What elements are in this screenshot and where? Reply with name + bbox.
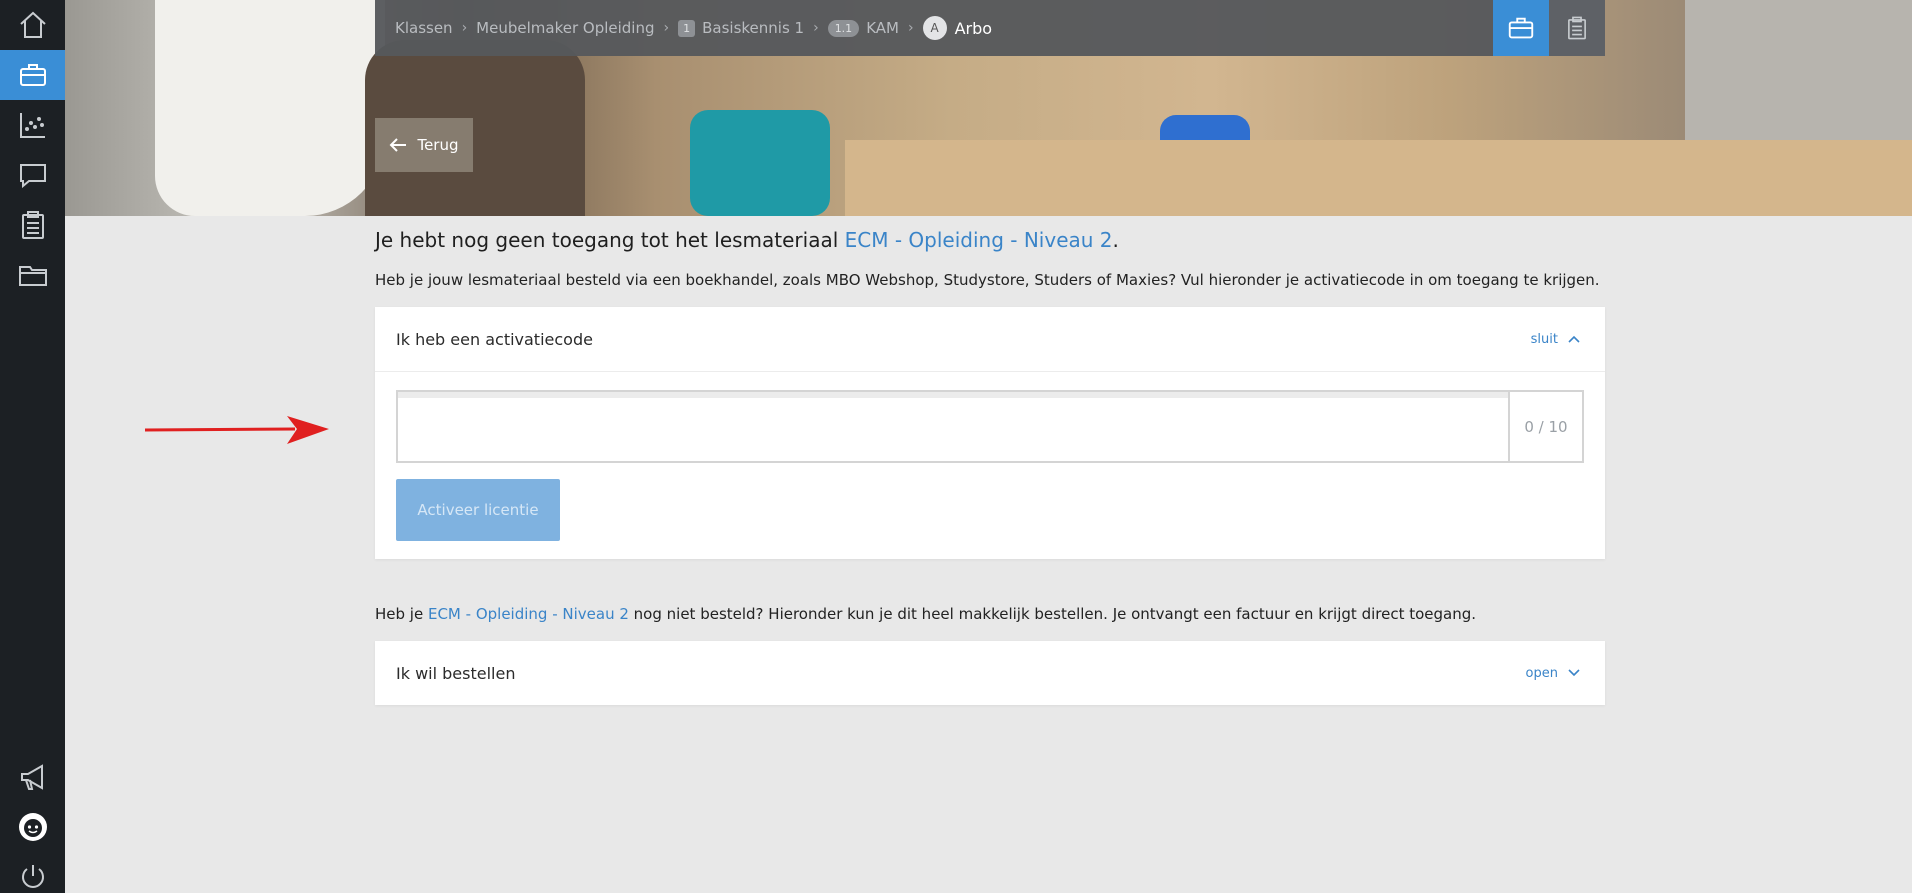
- chat-button[interactable]: [0, 150, 65, 200]
- back-button-label: Terug: [417, 136, 459, 154]
- order-panel: Ik wil bestellen open: [375, 641, 1605, 705]
- breadcrumb-item-klassen[interactable]: Klassen: [395, 19, 453, 37]
- briefcase-button[interactable]: [0, 50, 65, 100]
- breadcrumb-item-basiskennis[interactable]: 1 Basiskennis 1: [678, 19, 804, 37]
- folder-icon: [18, 266, 47, 286]
- breadcrumb-separator-icon: ›: [907, 20, 914, 36]
- home-icon: [19, 11, 46, 38]
- arrow-left-icon: [390, 138, 407, 152]
- announcements-button[interactable]: [0, 752, 65, 802]
- hero-tool: [690, 110, 830, 216]
- activation-code-input[interactable]: [398, 392, 1508, 461]
- sidebar: [0, 0, 65, 893]
- logout-button[interactable]: [0, 852, 65, 893]
- profile-button[interactable]: [0, 802, 65, 852]
- hero-background: [1685, 0, 1912, 140]
- expand-toggle[interactable]: open: [1526, 666, 1580, 681]
- back-button[interactable]: Terug: [375, 118, 473, 172]
- folder-button[interactable]: [0, 250, 65, 300]
- clipboard-icon: [1568, 16, 1586, 40]
- briefcase-icon: [1508, 17, 1534, 39]
- clipboard-icon: [21, 211, 44, 239]
- activate-license-button[interactable]: Activeer licentie: [396, 479, 560, 541]
- activation-panel: Ik heb een activatiecode sluit 0 / 10 Ac…: [375, 307, 1605, 559]
- tasks-button[interactable]: [1549, 0, 1605, 56]
- breadcrumb-separator-icon: ›: [461, 20, 468, 36]
- power-icon: [21, 865, 44, 888]
- chevron-down-icon: [1568, 669, 1580, 677]
- order-panel-header[interactable]: Ik wil bestellen open: [375, 641, 1605, 705]
- chart-icon: [19, 113, 45, 138]
- briefcase-icon: [19, 64, 46, 86]
- course-link[interactable]: ECM - Opleiding - Niveau 2: [428, 605, 629, 623]
- avatar-icon: [18, 813, 47, 841]
- lesson-badge: A: [922, 16, 947, 40]
- course-link[interactable]: ECM - Opleiding - Niveau 2: [845, 228, 1113, 252]
- order-text: Heb je ECM - Opleiding - Niveau 2 nog ni…: [375, 605, 1477, 623]
- clipboard-button[interactable]: [0, 200, 65, 250]
- breadcrumb-separator-icon: ›: [813, 20, 819, 36]
- home-button[interactable]: [0, 0, 65, 50]
- annotation-arrow: [145, 416, 329, 444]
- breadcrumb-item-opleiding[interactable]: Meubelmaker Opleiding: [476, 19, 654, 37]
- intro-text: Heb je jouw lesmateriaal besteld via een…: [375, 271, 1600, 289]
- breadcrumb-item-current: A Arbo: [922, 16, 992, 40]
- hero-workbench: [845, 140, 1912, 216]
- chevron-up-icon: [1568, 335, 1580, 343]
- materials-button[interactable]: [1493, 0, 1549, 56]
- activation-panel-body: 0 / 10 Activeer licentie: [375, 371, 1605, 559]
- megaphone-icon: [20, 764, 43, 790]
- chart-button[interactable]: [0, 100, 65, 150]
- breadcrumb: Klassen › Meubelmaker Opleiding › 1 Basi…: [375, 0, 1605, 56]
- chat-icon: [19, 164, 46, 189]
- character-counter: 0 / 10: [1508, 392, 1582, 461]
- order-panel-title: Ik wil bestellen: [396, 663, 516, 683]
- activation-code-field: 0 / 10: [396, 390, 1584, 463]
- breadcrumb-separator-icon: ›: [663, 20, 670, 36]
- breadcrumb-item-kam[interactable]: 1.1 KAM: [827, 19, 899, 37]
- activation-panel-title: Ik heb een activatiecode: [396, 329, 593, 349]
- hero-shirt: [155, 0, 385, 216]
- activation-panel-header[interactable]: Ik heb een activatiecode sluit: [375, 307, 1605, 371]
- page-title: Je hebt nog geen toegang tot het lesmate…: [375, 228, 1119, 252]
- collapse-toggle[interactable]: sluit: [1531, 332, 1580, 347]
- chapter-badge: 1: [678, 19, 696, 37]
- section-badge: 1.1: [827, 19, 860, 37]
